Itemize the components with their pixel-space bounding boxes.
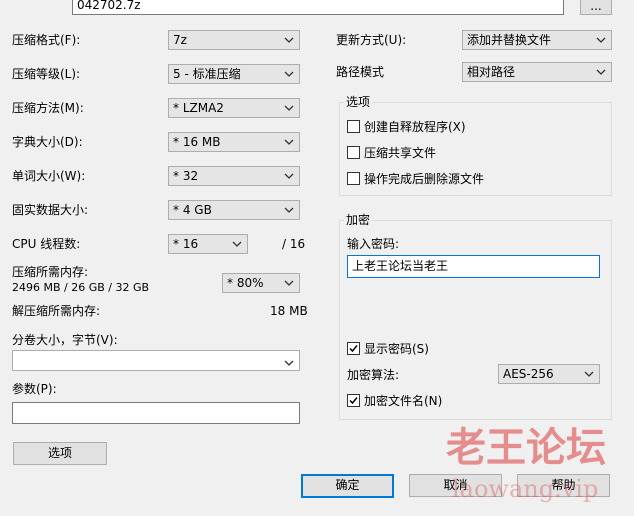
- chevron-down-icon: [583, 366, 595, 382]
- update-label: 更新方式(U):: [336, 33, 407, 47]
- mem-comp-label: 压缩所需内存:: [12, 265, 89, 279]
- chevron-down-icon: [231, 236, 243, 252]
- archive-path-value: 042702.7z: [77, 0, 141, 12]
- chevron-down-icon: [283, 134, 295, 150]
- enc-method-value: AES-256: [503, 367, 554, 381]
- chevron-down-icon: [283, 202, 295, 218]
- split-label: 分卷大小，字节(V):: [12, 333, 118, 347]
- pathmode-label: 路径模式: [336, 65, 385, 79]
- threads-value: * 16: [173, 237, 199, 251]
- options-group-title: 选项: [344, 94, 373, 110]
- show-password-checkbox[interactable]: 显示密码(S): [347, 341, 429, 357]
- ok-button[interactable]: 确定: [301, 474, 394, 498]
- mem-comp-detail: 2496 MB / 26 GB / 32 GB: [12, 281, 150, 294]
- chevron-down-icon: [283, 100, 295, 116]
- dict-select[interactable]: * 16 MB: [168, 132, 300, 152]
- method-label: 压缩方法(M):: [12, 101, 84, 115]
- archive-path-field[interactable]: 042702.7z: [72, 0, 564, 15]
- update-select[interactable]: 添加并替换文件: [462, 30, 612, 50]
- chevron-down-icon: [283, 168, 295, 184]
- update-value: 添加并替换文件: [467, 33, 552, 47]
- solid-select[interactable]: * 4 GB: [168, 200, 300, 220]
- format-value: 7z: [173, 33, 187, 47]
- sfx-checkbox[interactable]: 创建自释放程序(X): [347, 119, 466, 135]
- word-select[interactable]: * 32: [168, 166, 300, 186]
- checkbox-box: [347, 120, 360, 133]
- sfx-label: 创建自释放程序(X): [364, 120, 466, 134]
- checkbox-box: [347, 172, 360, 185]
- threads-label: CPU 线程数:: [12, 237, 81, 251]
- threads-total: / 16: [282, 237, 306, 251]
- word-value: * 32: [173, 169, 199, 183]
- checkbox-box: [347, 342, 360, 355]
- split-size-field[interactable]: [12, 350, 300, 371]
- method-select[interactable]: * LZMA2: [168, 98, 300, 118]
- threads-select[interactable]: * 16: [168, 234, 248, 254]
- level-label: 压缩等级(L):: [12, 67, 81, 81]
- format-select[interactable]: 7z: [168, 30, 300, 50]
- encryption-group-title: 加密: [344, 212, 373, 228]
- options-button[interactable]: 选项: [13, 442, 107, 465]
- chevron-down-icon: [283, 356, 295, 370]
- chevron-down-icon: [283, 32, 295, 48]
- solid-value: * 4 GB: [173, 203, 212, 217]
- enc-names-checkbox[interactable]: 加密文件名(N): [347, 393, 442, 409]
- chevron-down-icon: [283, 275, 295, 291]
- show-password-label: 显示密码(S): [364, 342, 429, 356]
- dict-label: 字典大小(D):: [12, 135, 83, 149]
- mem-decomp-value: 18 MB: [270, 304, 308, 318]
- shared-label: 压缩共享文件: [364, 146, 437, 160]
- password-value: 上老王论坛当老王: [352, 259, 449, 273]
- params-field[interactable]: [12, 402, 300, 424]
- password-label: 输入密码:: [347, 237, 400, 251]
- browse-button[interactable]: ...: [580, 0, 612, 15]
- dict-value: * 16 MB: [173, 135, 221, 149]
- checkbox-box: [347, 146, 360, 159]
- solid-label: 固实数据大小:: [12, 203, 89, 217]
- delete-label: 操作完成后删除源文件: [364, 172, 485, 186]
- enc-method-label: 加密算法:: [347, 368, 400, 382]
- enc-method-select[interactable]: AES-256: [498, 364, 600, 384]
- shared-checkbox[interactable]: 压缩共享文件: [347, 145, 436, 161]
- watermark-title: 老王论坛: [446, 424, 606, 471]
- mem-percent-select[interactable]: * 80%: [222, 273, 300, 293]
- word-label: 单词大小(W):: [12, 169, 86, 183]
- mem-decomp-label: 解压缩所需内存:: [12, 304, 101, 318]
- method-value: * LZMA2: [173, 101, 224, 115]
- params-label: 参数(P):: [12, 382, 57, 396]
- checkbox-box: [347, 394, 360, 407]
- format-label: 压缩格式(F):: [12, 33, 81, 47]
- chevron-down-icon: [595, 32, 607, 48]
- chevron-down-icon: [595, 64, 607, 80]
- watermark-url: laowang.vip: [452, 475, 599, 503]
- delete-checkbox[interactable]: 操作完成后删除源文件: [347, 171, 484, 187]
- level-select[interactable]: 5 - 标准压缩: [168, 64, 300, 84]
- enc-names-label: 加密文件名(N): [364, 394, 443, 408]
- pathmode-select[interactable]: 相对路径: [462, 62, 612, 82]
- chevron-down-icon: [283, 66, 295, 82]
- pathmode-value: 相对路径: [467, 65, 516, 79]
- mem-percent-value: * 80%: [227, 276, 264, 290]
- level-value: 5 - 标准压缩: [173, 67, 241, 81]
- password-field[interactable]: 上老王论坛当老王: [347, 255, 600, 278]
